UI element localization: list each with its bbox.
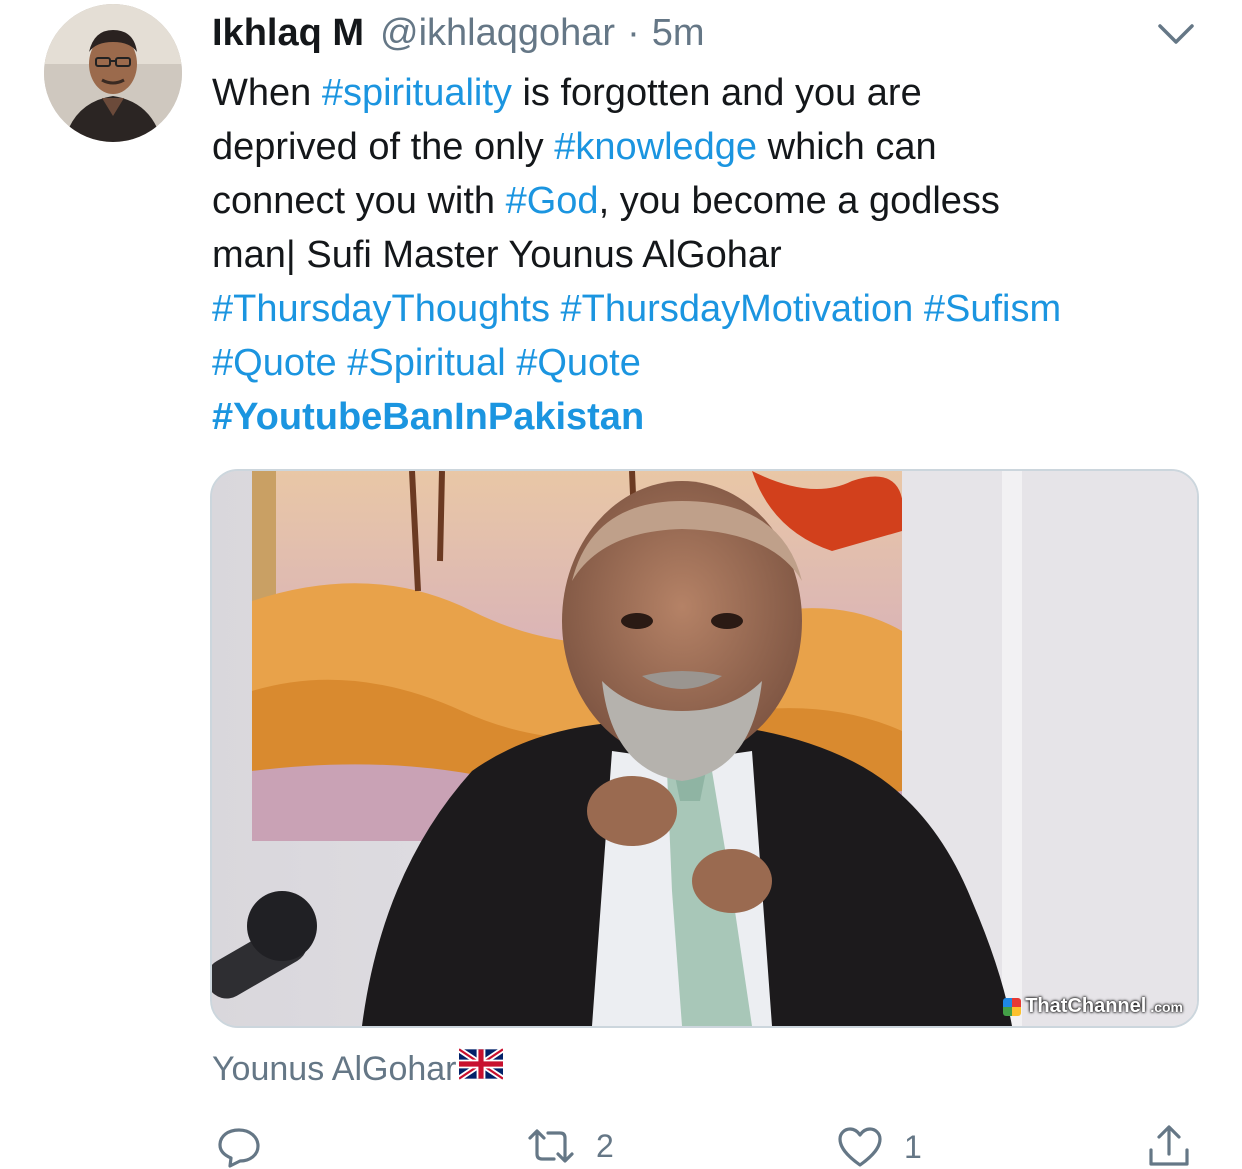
tweet-actions: 2 1 — [0, 1120, 1242, 1169]
tweet-text-segment — [550, 288, 561, 330]
hashtag-link[interactable]: #ThursdayMotivation — [561, 288, 914, 330]
share-button[interactable] — [1146, 1122, 1192, 1168]
reply-button[interactable] — [216, 1126, 262, 1168]
tweet-text-segment: When — [212, 72, 322, 114]
timestamp[interactable]: 5m — [652, 10, 705, 56]
tweet-text-segment — [337, 342, 348, 384]
channel-logo-icon — [1003, 997, 1022, 1016]
hashtag-link[interactable]: #spirituality — [322, 72, 512, 114]
tweet-text: When #spirituality is forgotten and you … — [212, 66, 1212, 444]
hashtag-link[interactable]: #knowledge — [554, 126, 757, 168]
retweet-icon — [526, 1126, 576, 1166]
tweet-text-line: When #spirituality is forgotten and you … — [212, 66, 1212, 120]
hashtag-link[interactable]: #Quote — [516, 342, 641, 384]
uk-flag-icon — [456, 1046, 505, 1092]
media-watermark: ThatChannel .com — [1003, 995, 1183, 1018]
tweet-text-segment: , you become a godless — [598, 180, 1000, 222]
share-icon — [1146, 1122, 1192, 1168]
tweet-text-segment: which can — [757, 126, 937, 168]
tweet-text-line: man| Sufi Master Younus AlGohar — [212, 228, 1212, 282]
retweet-button[interactable]: 2 — [526, 1126, 614, 1166]
hashtag-link[interactable]: #Sufism — [924, 288, 1061, 330]
tweet-text-line: #YoutubeBanInPakistan — [212, 390, 1212, 444]
hashtag-link[interactable]: #God — [506, 180, 599, 222]
reply-icon — [216, 1126, 262, 1168]
tweet-text-segment: man| Sufi Master Younus AlGohar — [212, 234, 782, 276]
tweet-media[interactable]: ThatChannel .com — [210, 469, 1199, 1028]
tweet-text-segment: connect you with — [212, 180, 506, 222]
separator-dot: · — [627, 12, 640, 54]
user-handle[interactable]: @ikhlaqgohar — [380, 10, 615, 56]
media-caption[interactable]: Younus AlGohar — [212, 1046, 505, 1092]
tweet-text-segment — [913, 288, 924, 330]
hashtag-link[interactable]: #Quote — [212, 342, 337, 384]
like-count: 1 — [904, 1128, 922, 1165]
hashtag-link[interactable]: #Spiritual — [347, 342, 505, 384]
tweet-text-segment — [506, 342, 517, 384]
retweet-count: 2 — [596, 1127, 614, 1164]
media-caption-text[interactable]: Younus AlGohar — [212, 1046, 457, 1092]
tweet-text-line: deprived of the only #knowledge which ca… — [212, 120, 1212, 174]
tweet-text-line: connect you with #God, you become a godl… — [212, 174, 1212, 228]
display-name[interactable]: Ikhlaq M — [212, 10, 364, 56]
tweet-text-line: #Quote #Spiritual #Quote — [212, 336, 1212, 390]
tweet-text-line: #ThursdayThoughts #ThursdayMotivation #S… — [212, 282, 1212, 336]
heart-icon — [836, 1126, 884, 1168]
watermark-brand: ThatChannel — [1025, 995, 1147, 1017]
tweet-text-segment: is forgotten and you are — [511, 72, 922, 114]
hashtag-link[interactable]: #YoutubeBanInPakistan — [212, 396, 644, 438]
watermark-suffix: .com — [1150, 998, 1183, 1015]
tweet-header: Ikhlaq M @ikhlaqgohar · 5m — [212, 10, 705, 56]
tweet-text-segment: deprived of the only — [212, 126, 555, 168]
like-button[interactable]: 1 — [836, 1126, 922, 1168]
avatar[interactable] — [44, 4, 182, 142]
chevron-down-icon[interactable] — [1156, 20, 1196, 48]
hashtag-link[interactable]: #ThursdayThoughts — [212, 288, 550, 330]
